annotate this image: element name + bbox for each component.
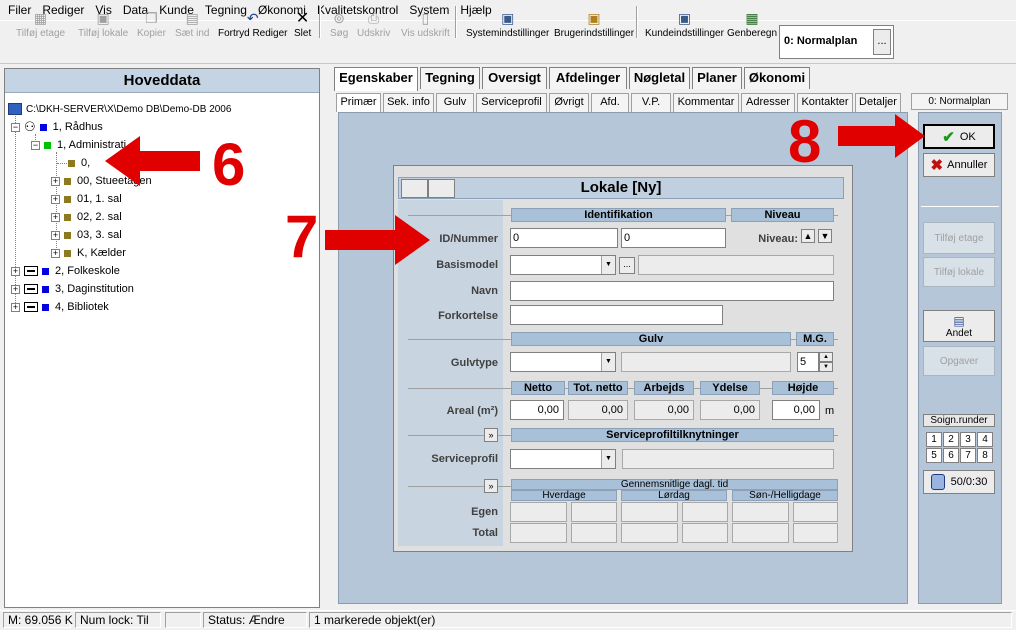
annotation-7: 7: [285, 203, 319, 270]
arrow-7-icon: [325, 215, 430, 265]
annotation-arrows: [105, 114, 925, 265]
arrow-8-icon: [838, 114, 925, 158]
annotation-8: 8: [788, 108, 822, 175]
annotation-6: 6: [212, 131, 246, 198]
arrow-6-icon: [105, 136, 200, 186]
